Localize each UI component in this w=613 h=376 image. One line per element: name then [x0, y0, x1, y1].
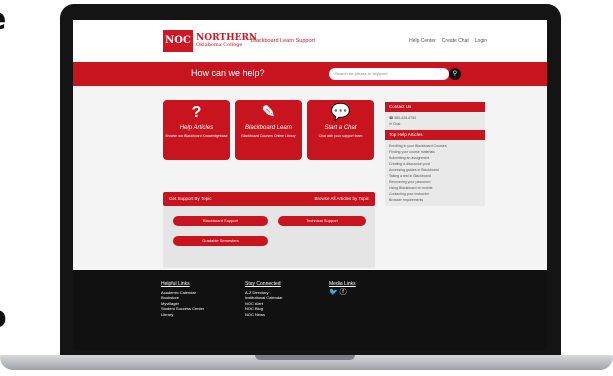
hero-title: How can we help?	[191, 68, 265, 78]
card-blackboard-learn[interactable]: ✎ Blackboard Learn Blackboard Courses On…	[235, 100, 302, 160]
footer-stay-connected: Stay Connected A-Z Directory Institution…	[245, 281, 283, 318]
card-desc: Chat with your support team	[318, 134, 363, 138]
support-topic-body: Blackboard Support Technical Support Gra…	[163, 206, 375, 268]
chat-link[interactable]: ✉ Chat	[389, 121, 481, 127]
site-footer: Helpful Links Academic Calendar Bookstor…	[73, 270, 547, 350]
support-topic-heading: Get Support By Topic	[169, 196, 212, 201]
support-topic-header: Get Support By Topic Browse All Articles…	[163, 192, 375, 206]
pill-blackboard-support[interactable]: Blackboard Support	[173, 216, 268, 226]
twitter-icon[interactable]: 🐦	[329, 289, 338, 296]
card-title: Blackboard Learn	[244, 125, 293, 131]
site-name[interactable]: Blackboard Learn Support	[251, 38, 315, 44]
card-title: Start a Chat	[324, 125, 357, 131]
footer-media-links: Media Links 🐦 ⓕ	[329, 281, 356, 296]
sidebar: Contact Us ☎ 580-628-6750 ✉ Chat Top Hel…	[385, 102, 485, 206]
logo-text: NORTHERN Oklahoma College	[196, 34, 257, 48]
facebook-icon[interactable]: ⓕ	[340, 289, 347, 296]
logo-mark: NOC	[163, 30, 193, 52]
article-link[interactable]: Browser requirements	[389, 197, 481, 203]
partial-text-top: e	[0, 2, 6, 37]
contact-heading: Contact Us	[385, 102, 485, 112]
laptop-screen: NOC NORTHERN Oklahoma College Blackboard…	[73, 20, 547, 350]
pencil-icon: ✎	[261, 104, 276, 121]
site-header: NOC NORTHERN Oklahoma College Blackboard…	[73, 20, 547, 62]
card-title: Help Articles	[179, 125, 214, 131]
contact-body: ☎ 580-628-6750 ✉ Chat	[385, 112, 485, 130]
top-articles-list: Enrolling in your Blackboard Courses Fin…	[385, 140, 485, 206]
footer-link[interactable]: NOC News	[245, 312, 283, 318]
footer-helpful-links: Helpful Links Academic Calendar Bookstor…	[161, 281, 204, 318]
link-login[interactable]: Login	[475, 38, 487, 44]
social-icons: 🐦 ⓕ	[329, 289, 356, 296]
link-create-chat[interactable]: Create Chat	[442, 38, 469, 44]
search-input[interactable]: Search for phrase or keyword	[329, 68, 449, 80]
top-articles-heading: Top Help Articles	[385, 130, 485, 140]
footer-link[interactable]: Library	[161, 312, 204, 318]
card-start-chat[interactable]: 💬 Start a Chat Chat with your support te…	[307, 100, 374, 160]
pill-technical-support[interactable]: Technical Support	[278, 216, 366, 226]
footer-heading: Media Links	[329, 281, 356, 287]
browse-topics-link[interactable]: Browse All Articles by Topic	[315, 192, 369, 206]
logo-line2: Oklahoma College	[196, 42, 243, 48]
partial-text-bottom: o	[0, 300, 7, 335]
chat-icon: 💬	[330, 104, 351, 121]
top-links: Help Center Create Chat Login	[409, 38, 487, 44]
footer-heading: Helpful Links	[161, 281, 190, 287]
footer-link[interactable]: Institutional Calendar	[245, 295, 283, 301]
laptop-notch	[255, 355, 355, 360]
card-desc: Blackboard Courses Online Library	[241, 134, 296, 138]
cards-row: ? Help Articles Browse our Blackboard Kn…	[163, 100, 374, 160]
footer-heading: Stay Connected	[245, 281, 281, 287]
footer-link[interactable]: Student Success Center	[161, 306, 204, 312]
card-help-articles[interactable]: ? Help Articles Browse our Blackboard Kn…	[163, 100, 230, 160]
question-icon: ?	[191, 104, 202, 121]
card-desc: Browse our Blackboard Knowledgebase	[165, 134, 228, 138]
link-help-center[interactable]: Help Center	[409, 38, 436, 44]
hero-bar: How can we help? Search for phrase or ke…	[73, 62, 547, 86]
college-logo[interactable]: NOC NORTHERN Oklahoma College	[163, 30, 257, 52]
pill-gradable-semesters[interactable]: Gradable Semesters	[173, 236, 268, 246]
search-icon[interactable]: ⚲	[449, 68, 461, 80]
